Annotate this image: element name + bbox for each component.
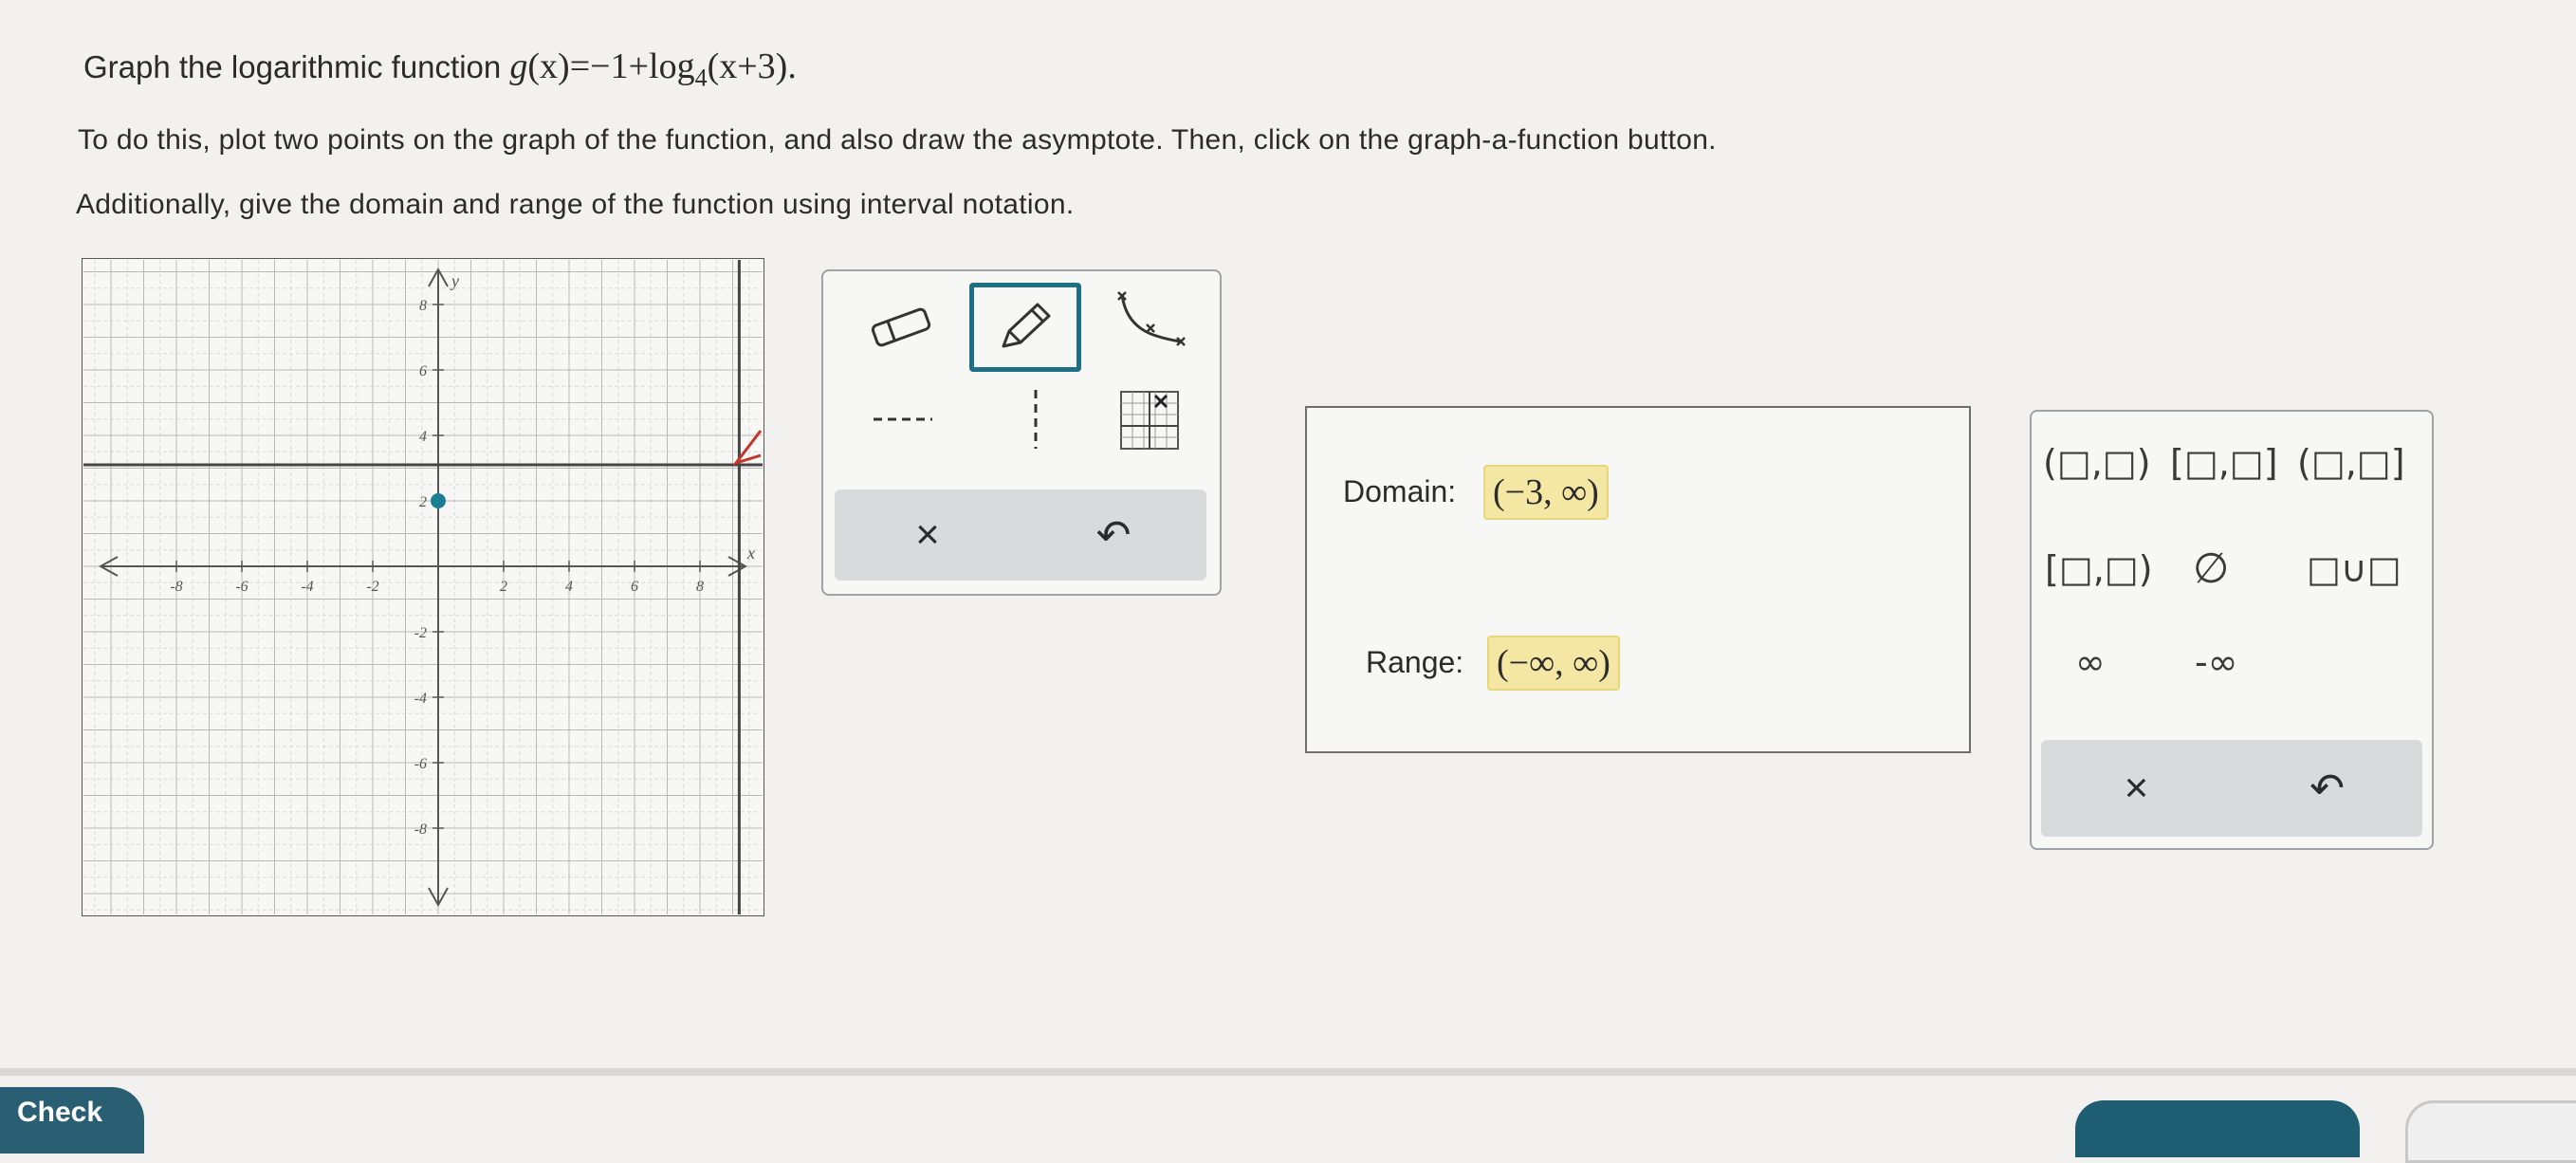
y-tick-label: 8	[419, 298, 427, 314]
x-tick-label: 6	[631, 579, 638, 595]
infinity-button[interactable]: ∞	[2075, 641, 2106, 683]
eraser-icon	[871, 307, 931, 347]
open-open-interval-button[interactable]: (□,□)	[2043, 442, 2151, 484]
palette-clear-button[interactable]: ×	[2041, 740, 2232, 837]
function-body-post: (x+3).	[707, 46, 797, 86]
interval-palette: (□,□) [□,□] (□,□] [□,□) ∅ □∪□ ∞ -∞ × ↶	[2030, 410, 2434, 850]
question-title: Graph the logarithmic function g(x)=−1+l…	[83, 46, 797, 93]
range-label: Range:	[1366, 645, 1464, 679]
check-button[interactable]: Check	[0, 1087, 144, 1154]
y-tick-label: 4	[419, 429, 427, 445]
graph-clear-button[interactable]: ×	[835, 489, 1021, 581]
graph-undo-button[interactable]: ↶	[1021, 489, 1206, 581]
question-prefix: Graph the logarithmic function	[83, 49, 502, 84]
graph-a-function-tool[interactable]	[1108, 285, 1193, 360]
open-closed-interval-button[interactable]: (□,□]	[2297, 442, 2405, 484]
x-tick-label: -8	[170, 579, 182, 595]
x-tick-label: -6	[235, 579, 248, 595]
empty-set-button[interactable]: ∅	[2193, 545, 2229, 593]
union-button[interactable]: □∪□	[2307, 548, 2401, 590]
dashed-horizontal-line-icon	[874, 417, 932, 421]
graph-canvas[interactable]: -8 -6 -4 -2 2 4 6 8 8 6 4 2 -2 -4 -6 -8 x y	[82, 258, 764, 916]
eraser-tool[interactable]	[863, 294, 939, 360]
dashed-vertical-line-icon	[1034, 390, 1038, 449]
grid-point-icon	[1120, 391, 1179, 450]
palette-undo-button[interactable]: ↶	[2232, 740, 2422, 837]
y-tick-label: -8	[414, 821, 427, 838]
y-tick-label: 2	[419, 494, 427, 510]
pencil-tool[interactable]	[969, 283, 1081, 372]
function-body-pre: =−1+log	[569, 46, 695, 86]
point-grid-tool[interactable]	[1115, 387, 1184, 453]
log-base: 4	[694, 64, 708, 92]
closed-open-interval-button[interactable]: [□,□)	[2045, 548, 2153, 590]
footer-divider	[0, 1068, 2576, 1076]
dashed-vertical-line-tool[interactable]	[1017, 383, 1055, 455]
y-tick-label: -6	[414, 756, 427, 772]
dashed-horizontal-line-tool[interactable]	[865, 391, 941, 448]
x-tick-label: 2	[500, 579, 507, 595]
y-tick-label: 6	[419, 363, 427, 379]
domain-label: Domain:	[1343, 474, 1457, 508]
footer-secondary-button[interactable]	[2405, 1100, 2576, 1163]
negative-infinity-button[interactable]: -∞	[2195, 641, 2237, 683]
instruction-domain-range: Additionally, give the domain and range …	[76, 189, 1075, 220]
function-arg: (x)	[527, 46, 570, 86]
palette-actions: × ↶	[2041, 740, 2422, 837]
y-tick-label: -4	[414, 691, 427, 707]
graph-tool-actions: × ↶	[835, 489, 1206, 581]
instruction-plot: To do this, plot two points on the graph…	[78, 124, 1717, 156]
x-tick-label: 8	[696, 579, 704, 595]
plotted-point[interactable]	[431, 493, 446, 508]
x-axis-label: x	[746, 544, 755, 563]
domain-range-panel: Domain: (−3, ∞) Range: (−∞, ∞)	[1305, 406, 1971, 753]
pencil-icon	[1002, 303, 1051, 348]
footer-primary-button[interactable]	[2075, 1100, 2360, 1157]
y-axis-label: y	[450, 271, 459, 290]
graph-border	[82, 258, 764, 916]
curve-icon	[1117, 291, 1186, 346]
x-tick-label: -4	[301, 579, 313, 595]
closed-closed-interval-button[interactable]: [□,□]	[2170, 442, 2278, 484]
function-name: g	[509, 46, 528, 86]
domain-input[interactable]: (−3, ∞)	[1483, 465, 1609, 520]
range-input[interactable]: (−∞, ∞)	[1487, 636, 1620, 691]
function-expression: g(x)=−1+log4(x+3).	[509, 46, 797, 92]
x-tick-label: 4	[565, 579, 573, 595]
graph-tool-panel: × ↶	[821, 269, 1222, 596]
x-tick-label: -2	[366, 579, 378, 595]
y-tick-label: -2	[414, 625, 427, 641]
